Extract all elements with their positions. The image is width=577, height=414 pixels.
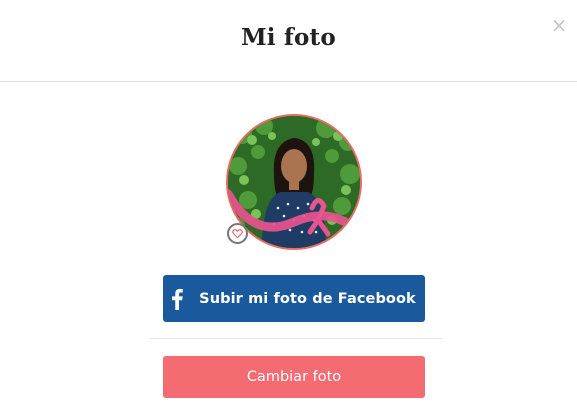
modal-title: Mi foto [241, 24, 336, 51]
divider [150, 338, 442, 339]
facebook-upload-label: Subir mi foto de Facebook [199, 290, 416, 307]
close-icon[interactable]: × [550, 14, 568, 36]
profile-photo-image [228, 116, 360, 248]
facebook-upload-button[interactable]: Subir mi foto de Facebook [163, 275, 425, 322]
facebook-icon [172, 288, 183, 310]
change-photo-button[interactable]: Cambiar foto [163, 356, 425, 398]
change-photo-label: Cambiar foto [246, 369, 342, 385]
profile-photo-container [226, 114, 362, 250]
heart-icon [227, 223, 248, 244]
modal-header: Mi foto × [0, 0, 577, 82]
